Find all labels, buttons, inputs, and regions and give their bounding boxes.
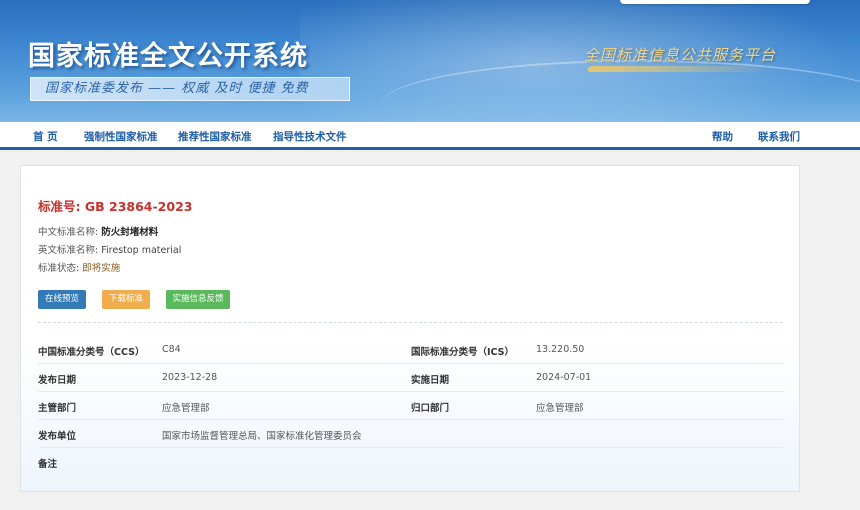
slogan-underline-decoration [586,66,776,72]
implement-date-label: 实施日期 [411,375,450,386]
publisher-value: 国家市场监督管理总局、国家标准化管理委员会 [162,431,362,442]
publisher-label: 发布单位 [38,431,77,442]
meta-row-dates: 发布日期 2023-12-28 实施日期 2024-07-01 [38,364,783,392]
nav-guidance-documents[interactable]: 指导性技术文件 [273,129,347,144]
meta-row-publisher: 发布单位 国家市场监督管理总局、国家标准化管理委员会 [38,420,783,448]
nav-help[interactable]: 帮助 [712,129,733,144]
dept-value: 应急管理部 [162,403,210,414]
standard-detail-card: 标准号: GB 23864-2023 中文标准名称: 防火封堵材料 英文标准名称… [20,165,800,492]
cn-name-value: 防火封堵材料 [101,227,159,238]
standard-number: 标准号: GB 23864-2023 [38,196,192,215]
status-label: 标准状态: [38,263,80,274]
main-nav: 首 页 强制性国家标准 推荐性国家标准 指导性技术文件 帮助 联系我们 [0,122,860,150]
owner-dept-value: 应急管理部 [536,403,584,414]
site-banner: 国家标准全文公开系统 国家标准委发布 —— 权威 及时 便捷 免费 全国标准信息… [0,0,860,122]
site-subtitle: 国家标准委发布 —— 权威 及时 便捷 免费 [30,77,350,101]
meta-row-classification: 中国标准分类号（CCS） C84 国际标准分类号（ICS） 13.220.50 [38,336,783,364]
standard-number-value: GB 23864-2023 [84,199,193,214]
status-value: 即将实施 [82,263,121,274]
top-search-box[interactable] [620,0,810,4]
en-name-row: 英文标准名称: Firestop material [38,242,181,256]
platform-slogan: 全国标准信息公共服务平台 [584,46,777,64]
status-row: 标准状态: 即将实施 [38,260,120,274]
implementation-feedback-button[interactable]: 实施信息反馈 [166,290,230,309]
en-name-value: Firestop material [101,245,182,256]
meta-row-departments: 主管部门 应急管理部 归口部门 应急管理部 [38,392,783,420]
owner-dept-label: 归口部门 [411,403,450,414]
cn-name-row: 中文标准名称: 防火封堵材料 [38,224,158,238]
publish-date-value: 2023-12-28 [162,372,218,383]
online-preview-button[interactable]: 在线预览 [38,290,86,309]
ccs-value: C84 [162,344,181,355]
download-standard-button[interactable]: 下载标准 [102,290,150,309]
ics-value: 13.220.50 [536,344,585,355]
section-divider [38,322,783,323]
ccs-label: 中国标准分类号（CCS） [38,347,145,358]
meta-row-remark: 备注 [38,448,783,476]
nav-home[interactable]: 首 页 [33,129,58,144]
nav-contact-us[interactable]: 联系我们 [758,129,800,144]
ics-label: 国际标准分类号（ICS） [411,347,515,358]
publish-date-label: 发布日期 [38,375,77,386]
cn-name-label: 中文标准名称: [38,227,99,238]
remark-label: 备注 [38,459,58,470]
implement-date-value: 2024-07-01 [536,372,592,383]
site-title: 国家标准全文公开系统 [28,41,308,72]
standard-number-label: 标准号: [38,199,81,214]
dept-label: 主管部门 [38,403,77,414]
nav-recommended-standards[interactable]: 推荐性国家标准 [178,129,252,144]
nav-mandatory-standards[interactable]: 强制性国家标准 [84,129,158,144]
en-name-label: 英文标准名称: [38,245,99,256]
